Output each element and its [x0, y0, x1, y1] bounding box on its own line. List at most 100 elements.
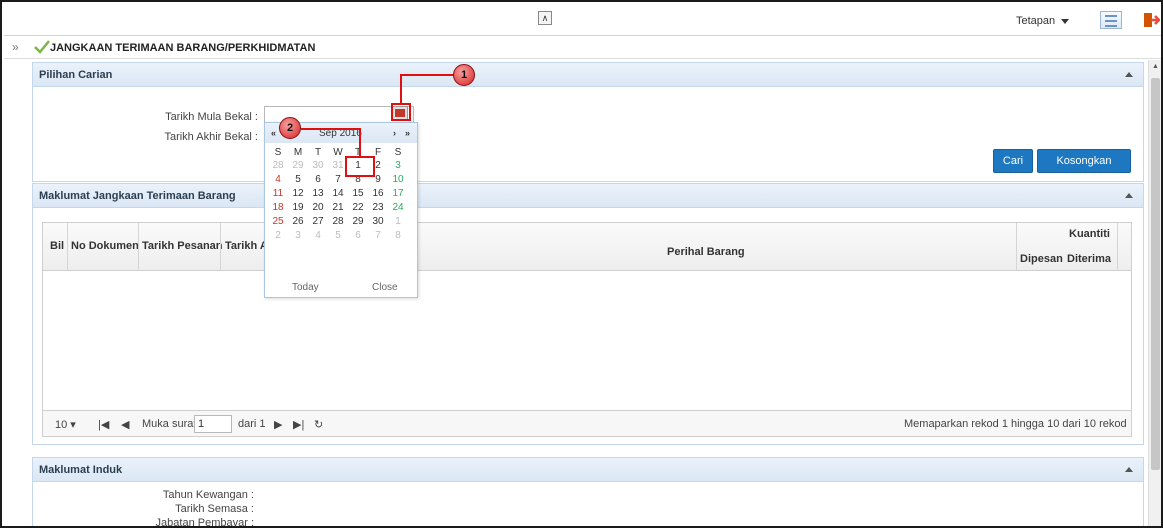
page-title: JANGKAAN TERIMAAN BARANG/PERKHIDMATAN — [50, 42, 316, 54]
day-cell[interactable]: 30 — [311, 160, 325, 171]
page-size-select[interactable]: 10 ▾ — [55, 418, 76, 431]
prev-year-icon[interactable]: « — [271, 128, 276, 138]
day-cell[interactable]: 23 — [371, 202, 385, 213]
start-date-label: Tarikh Mula Bekal : — [165, 111, 258, 123]
day-cell[interactable]: 2 — [271, 230, 285, 241]
day-cell[interactable]: 15 — [351, 188, 365, 199]
col-no-dokumen[interactable]: No Dokumen — [71, 240, 139, 252]
day-cell[interactable]: 3 — [391, 160, 405, 171]
search-button[interactable]: Cari — [993, 149, 1033, 173]
first-page-icon[interactable]: |◀ — [98, 418, 109, 431]
col-diterima[interactable]: Diterima — [1067, 253, 1111, 265]
col-tarikh-partial[interactable]: Tarikh A — [225, 240, 268, 252]
results-grid: Bil No Dokumen Tarikh Pesanan Tarikh A P… — [42, 222, 1132, 437]
settings-label: Tetapan — [1016, 15, 1056, 27]
day-cell[interactable]: 11 — [271, 188, 285, 199]
day-cell[interactable]: 22 — [351, 202, 365, 213]
day-cell[interactable]: 29 — [291, 160, 305, 171]
page-of-label: dari 1 — [238, 418, 266, 430]
double-chevron-right-icon[interactable]: » — [12, 40, 19, 54]
page-title-bar: » JANGKAAN TERIMAAN BARANG/PERKHIDMATAN — [4, 37, 1161, 59]
col-perihal-barang[interactable]: Perihal Barang — [667, 246, 745, 258]
checkmark-icon — [34, 40, 50, 54]
day-cell[interactable]: 18 — [271, 202, 285, 213]
day-cell[interactable]: 4 — [311, 230, 325, 241]
collapse-up-icon[interactable] — [1125, 72, 1133, 77]
scroll-thumb[interactable] — [1151, 78, 1160, 470]
weekday-label: S — [394, 147, 402, 158]
day-cell[interactable]: 28 — [271, 160, 285, 171]
day-cell[interactable]: 19 — [291, 202, 305, 213]
jabatan-pembayar-label: Jabatan Pembayar : — [155, 517, 254, 528]
day-cell[interactable]: 31 — [331, 160, 345, 171]
next-month-icon[interactable]: › — [393, 128, 396, 138]
clear-button[interactable]: Kosongkan — [1037, 149, 1131, 173]
page-label: Muka surat — [142, 418, 197, 430]
day-cell[interactable]: 4 — [271, 174, 285, 185]
day-cell[interactable]: 5 — [331, 230, 345, 241]
callout-line — [400, 75, 402, 104]
day-cell[interactable]: 1 — [391, 216, 405, 227]
callout-1: 1 — [453, 64, 475, 86]
next-page-icon[interactable]: ▶ — [274, 418, 282, 431]
page-number-input[interactable]: 1 — [194, 415, 232, 433]
day-cell[interactable]: 21 — [331, 202, 345, 213]
day-cell[interactable]: 16 — [371, 188, 385, 199]
collapse-up-icon[interactable] — [1125, 467, 1133, 472]
highlight-box-day — [345, 156, 375, 177]
double-chevron-up-icon[interactable]: ∧ — [538, 11, 552, 25]
day-cell[interactable]: 10 — [391, 174, 405, 185]
day-cell[interactable]: 17 — [391, 188, 405, 199]
day-cell[interactable]: 8 — [391, 230, 405, 241]
induk-panel-title: Maklumat Induk — [39, 464, 123, 476]
next-year-icon[interactable]: » — [405, 128, 410, 138]
day-cell[interactable]: 20 — [311, 202, 325, 213]
day-cell[interactable]: 14 — [331, 188, 345, 199]
callout-2: 2 — [279, 117, 301, 139]
close-button[interactable]: Close — [372, 282, 398, 293]
day-cell[interactable]: 29 — [351, 216, 365, 227]
tahun-kewangan-label: Tahun Kewangan : — [162, 489, 254, 501]
day-cell[interactable]: 12 — [291, 188, 305, 199]
weekday-label: S — [274, 147, 282, 158]
logout-icon[interactable] — [1142, 11, 1160, 29]
day-cell[interactable]: 13 — [311, 188, 325, 199]
day-cell[interactable]: 28 — [331, 216, 345, 227]
last-page-icon[interactable]: ▶| — [293, 418, 304, 431]
vertical-scrollbar[interactable]: ▲ — [1148, 60, 1161, 526]
col-bil[interactable]: Bil — [50, 240, 64, 252]
records-summary: Memaparkan rekod 1 hingga 10 dari 10 rek… — [904, 418, 1127, 430]
day-cell[interactable]: 30 — [371, 216, 385, 227]
day-cell[interactable]: 7 — [331, 174, 345, 185]
col-tarikh-pesanan[interactable]: Tarikh Pesanan — [142, 240, 223, 252]
col-dipesan[interactable]: Dipesan — [1020, 253, 1063, 265]
search-panel-header[interactable]: Pilihan Carian — [33, 63, 1143, 87]
day-cell[interactable]: 6 — [351, 230, 365, 241]
prev-page-icon[interactable]: ◀ — [121, 418, 129, 431]
settings-menu[interactable]: Tetapan — [1016, 15, 1070, 27]
callout-line — [301, 128, 361, 130]
weekday-label: W — [333, 147, 343, 158]
refresh-icon[interactable]: ↻ — [314, 418, 323, 431]
results-panel-header[interactable]: Maklumat Jangkaan Terimaan Barang — [33, 184, 1143, 208]
day-cell[interactable]: 27 — [311, 216, 325, 227]
day-cell[interactable]: 5 — [291, 174, 305, 185]
callout-line — [400, 74, 454, 76]
day-cell[interactable]: 25 — [271, 216, 285, 227]
today-button[interactable]: Today — [292, 282, 319, 293]
weekday-label: T — [314, 147, 322, 158]
day-cell[interactable]: 26 — [291, 216, 305, 227]
scroll-up-arrow-icon[interactable]: ▲ — [1152, 63, 1159, 70]
day-cell[interactable]: 7 — [371, 230, 385, 241]
day-cell[interactable]: 6 — [311, 174, 325, 185]
caret-down-icon — [1061, 18, 1070, 24]
collapse-up-icon[interactable] — [1125, 193, 1133, 198]
induk-panel-header[interactable]: Maklumat Induk — [33, 458, 1143, 482]
grid-header: Bil No Dokumen Tarikh Pesanan Tarikh A P… — [43, 223, 1131, 271]
day-cell[interactable]: 24 — [391, 202, 405, 213]
datepicker-popup: « ‹ Sep 2016 › » SMTWTFS2829303112345678… — [264, 122, 418, 298]
search-panel-title: Pilihan Carian — [39, 69, 113, 81]
col-kuantiti: Kuantiti — [1069, 228, 1110, 240]
day-cell[interactable]: 3 — [291, 230, 305, 241]
grid-view-icon[interactable] — [1100, 11, 1122, 29]
